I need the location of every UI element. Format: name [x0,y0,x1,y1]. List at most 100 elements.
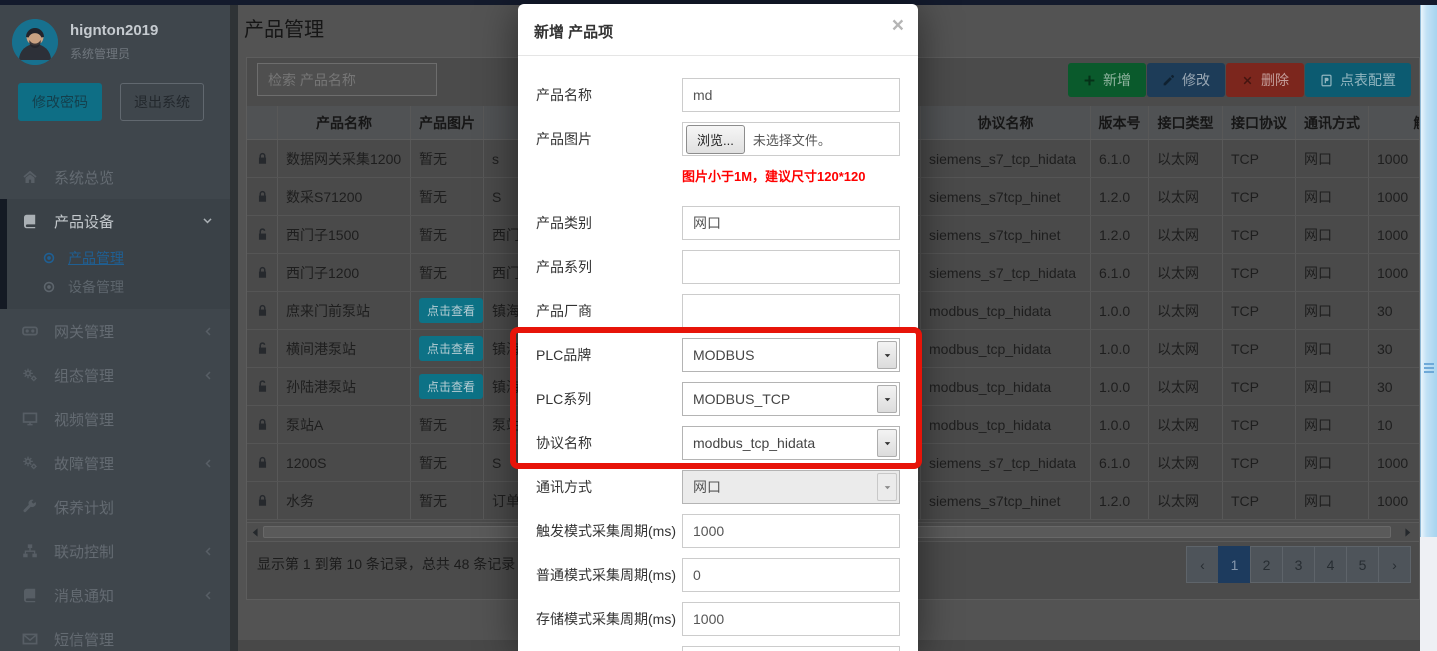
selected-value: modbus_tcp_hidata [683,435,875,451]
scroll-right-arrow-icon[interactable] [1402,527,1413,538]
vertical-scrollbar[interactable] [1420,5,1437,537]
partial-bottom-field[interactable] [682,646,900,651]
cell-text: modbus_tcp_hidata [929,303,1051,319]
table-cell: 网口 [1296,330,1369,367]
sidebar-item[interactable]: 联动控制 [0,529,230,573]
caret-down-icon[interactable] [877,429,897,457]
sidebar-item[interactable]: 产品设备 [0,199,230,243]
search-input[interactable] [257,63,437,96]
table-cell: 暂无 [411,140,484,177]
logout-button[interactable]: 退出系统 [120,83,204,121]
product-name-field[interactable] [682,78,900,112]
add-button[interactable]: 新增 [1068,63,1146,97]
sidebar-divider [230,5,238,651]
sitemap-icon [22,543,42,559]
plc-series-select[interactable]: MODBUS_TCP [682,382,900,416]
user-meta: hignton2019 系统管理员 [70,22,158,62]
sidebar-item[interactable]: 网关管理 [0,309,230,353]
cell-text: 以太网 [1157,339,1199,359]
pagination-page[interactable]: 3 [1282,546,1315,583]
home-icon [22,169,42,185]
lock-icon [255,151,270,166]
cell-text: 镇海 [492,301,520,321]
cell-text: 1.0.0 [1099,303,1130,319]
sidebar-item[interactable]: 组态管理 [0,353,230,397]
button-label: 点表配置 [1340,70,1396,90]
plc-brand-select[interactable]: MODBUS [682,338,900,372]
cell-text: 以太网 [1157,225,1199,245]
field-label: 产品图片 [536,122,682,196]
table-cell: 网口 [1296,216,1369,253]
cell-text: 暂无 [419,415,447,435]
table-header-cell: 接口协议 [1223,106,1296,139]
sidebar-item[interactable]: 产品管理 [0,243,230,272]
table-cell [247,292,278,329]
table-cell: 1.0.0 [1091,292,1149,329]
table-cell: modbus_tcp_hidata [921,406,1091,443]
table-cell [247,406,278,443]
protocol-name-select[interactable]: modbus_tcp_hidata [682,426,900,460]
user-role: 系统管理员 [70,45,158,62]
pagination-page[interactable]: 5 [1346,546,1379,583]
table-cell: 1000 [1369,254,1419,291]
close-icon[interactable]: × [892,15,904,36]
pagination-prev[interactable]: ‹ [1186,546,1219,583]
table-cell: siemens_s7_tcp_hidata [921,140,1091,177]
sidebar-item[interactable]: 消息通知 [0,573,230,617]
table-cell: 暂无 [411,178,484,215]
pagination-page[interactable]: 1 [1218,546,1251,583]
table-cell: TCP [1223,254,1296,291]
partial-bottom-field-group [536,646,900,651]
pagination-page[interactable]: 2 [1250,546,1283,583]
cell-text: 1.2.0 [1099,189,1130,205]
caret-down-icon[interactable] [877,385,897,413]
cell-text: 订单 [492,491,520,511]
button-label: 删除 [1261,70,1289,90]
app-window: hignton2019 系统管理员 修改密码 退出系统 系统总览产品设备产品管理… [0,0,1437,651]
trigger-period-field[interactable] [682,514,900,548]
chevron-down-icon [201,215,214,228]
sidebar-item[interactable]: 保养计划 [0,485,230,529]
scroll-left-arrow-icon[interactable] [250,527,261,538]
sidebar-item[interactable]: 短信管理 [0,617,230,651]
cell-text: 暂无 [419,187,447,207]
comm-mode-select: 网口 [682,470,900,504]
cell-text: 1000 [1377,493,1408,509]
change-password-button[interactable]: 修改密码 [18,83,102,121]
normal-period-field[interactable] [682,558,900,592]
cell-text: TCP [1231,227,1259,243]
caret-down-icon[interactable] [877,341,897,369]
delete-button[interactable]: 删除 [1226,63,1304,97]
gears-icon [22,455,42,471]
view-image-button[interactable]: 点击查看 [419,298,483,323]
view-image-button[interactable]: 点击查看 [419,336,483,361]
point-table-config-button[interactable]: 点表配置 [1305,63,1411,97]
sidebar-item-label: 短信管理 [54,629,114,650]
sidebar-item-label: 消息通知 [54,585,114,606]
sidebar: hignton2019 系统管理员 修改密码 退出系统 系统总览产品设备产品管理… [0,5,230,651]
storage-period-field[interactable] [682,602,900,636]
sidebar-item[interactable]: 系统总览 [0,155,230,199]
cell-text: 1.2.0 [1099,493,1130,509]
table-cell: 1.2.0 [1091,178,1149,215]
sidebar-item[interactable]: 故障管理 [0,441,230,485]
table-cell: 6.1.0 [1091,254,1149,291]
product-vendor-field[interactable] [682,294,900,328]
table-cell: 以太网 [1149,368,1223,405]
dot-circle-icon [42,280,58,294]
product-category-field-group: 产品类别 [536,206,900,240]
product-category-field[interactable] [682,206,900,240]
table-header-cell: 版本号 [1091,106,1149,139]
product-series-field[interactable] [682,250,900,284]
sidebar-item[interactable]: 设备管理 [0,272,230,301]
sidebar-item[interactable]: 视频管理 [0,397,230,441]
browse-button[interactable]: 浏览... [686,125,745,154]
pagination-page[interactable]: 4 [1314,546,1347,583]
edit-button[interactable]: 修改 [1147,63,1225,97]
product-image-field[interactable]: 浏览...未选择文件。 [682,122,900,156]
sidebar-item-label: 系统总览 [54,167,114,188]
pagination-next[interactable]: › [1378,546,1411,583]
table-cell: 数据网关采集1200 [278,140,411,177]
vertical-scroll-grip[interactable] [1424,363,1434,375]
view-image-button[interactable]: 点击查看 [419,374,483,399]
